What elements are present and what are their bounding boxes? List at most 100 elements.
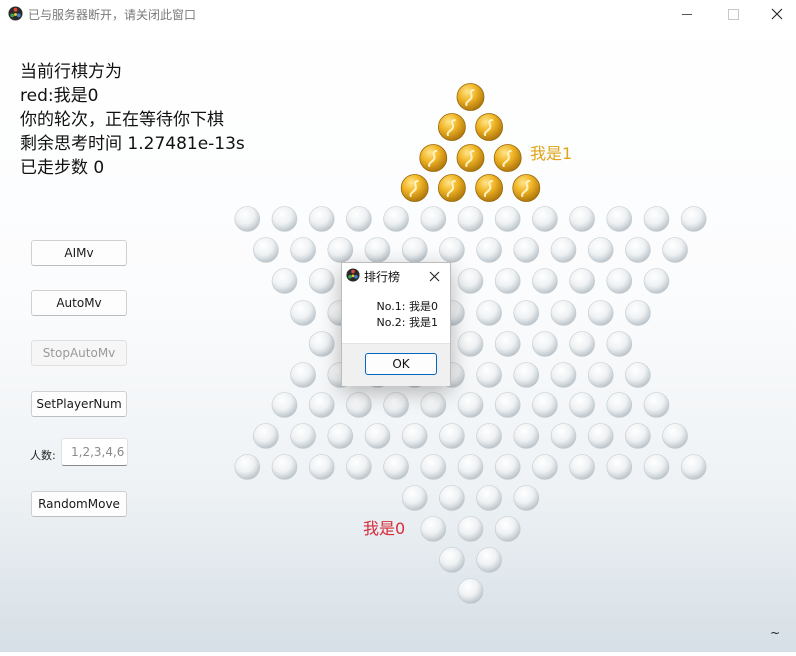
board-hole[interactable] (606, 454, 633, 480)
board-hole[interactable] (513, 423, 540, 449)
board-hole[interactable] (457, 206, 484, 232)
board-hole[interactable] (587, 362, 614, 388)
board-hole[interactable] (494, 392, 521, 418)
board-hole[interactable] (457, 516, 484, 542)
board-hole[interactable] (606, 392, 633, 418)
board-hole[interactable] (308, 206, 335, 232)
board-hole[interactable] (476, 485, 502, 511)
board-hole[interactable] (532, 392, 558, 418)
board-hole[interactable] (271, 392, 298, 418)
board-hole[interactable] (457, 392, 484, 418)
board-hole[interactable] (401, 237, 428, 263)
board-hole[interactable] (439, 547, 465, 573)
board-hole[interactable] (625, 423, 651, 449)
board-hole[interactable] (569, 392, 595, 418)
board-hole[interactable] (625, 300, 651, 326)
board-hole[interactable] (308, 392, 335, 418)
board-hole[interactable] (271, 268, 298, 294)
board-hole[interactable] (364, 237, 391, 263)
board-hole[interactable] (420, 206, 447, 232)
board-hole[interactable] (420, 454, 447, 480)
player1-piece[interactable] (437, 113, 466, 141)
board-hole[interactable] (569, 206, 595, 232)
player1-piece[interactable] (475, 113, 504, 141)
board-hole[interactable] (494, 516, 521, 542)
board-hole[interactable] (327, 237, 354, 263)
board-hole[interactable] (494, 331, 521, 357)
board-hole[interactable] (643, 206, 670, 232)
board-hole[interactable] (476, 547, 502, 573)
board-hole[interactable] (680, 454, 707, 480)
board-hole[interactable] (327, 423, 354, 449)
board-hole[interactable] (420, 516, 447, 542)
board-hole[interactable] (420, 392, 447, 418)
board-hole[interactable] (550, 362, 577, 388)
board-hole[interactable] (494, 454, 521, 480)
board-hole[interactable] (364, 423, 391, 449)
board-hole[interactable] (290, 237, 316, 263)
board-hole[interactable] (439, 423, 465, 449)
board-hole[interactable] (606, 268, 633, 294)
board-hole[interactable] (587, 423, 614, 449)
board-hole[interactable] (457, 454, 484, 480)
board-hole[interactable] (532, 331, 558, 357)
board-hole[interactable] (346, 454, 372, 480)
board-hole[interactable] (457, 578, 484, 604)
board-hole[interactable] (308, 454, 335, 480)
board-hole[interactable] (346, 206, 372, 232)
board-hole[interactable] (457, 268, 484, 294)
board-hole[interactable] (532, 454, 558, 480)
player1-piece[interactable] (475, 174, 504, 202)
player1-piece[interactable] (493, 144, 522, 172)
board-hole[interactable] (569, 331, 595, 357)
board-hole[interactable] (476, 300, 502, 326)
board-hole[interactable] (513, 362, 540, 388)
board-hole[interactable] (606, 331, 633, 357)
board-hole[interactable] (401, 485, 428, 511)
board-hole[interactable] (680, 206, 707, 232)
board-hole[interactable] (643, 392, 670, 418)
board-hole[interactable] (643, 454, 670, 480)
board-hole[interactable] (513, 237, 540, 263)
board-hole[interactable] (476, 362, 502, 388)
board-hole[interactable] (532, 206, 558, 232)
board-hole[interactable] (569, 268, 595, 294)
board-hole[interactable] (383, 392, 409, 418)
player1-piece[interactable] (437, 174, 466, 202)
board-hole[interactable] (625, 362, 651, 388)
board-hole[interactable] (383, 206, 409, 232)
board-hole[interactable] (290, 362, 316, 388)
board-hole[interactable] (234, 206, 261, 232)
board-hole[interactable] (494, 268, 521, 294)
board-hole[interactable] (513, 485, 540, 511)
board-hole[interactable] (476, 237, 502, 263)
board-hole[interactable] (271, 206, 298, 232)
board-hole[interactable] (271, 454, 298, 480)
board-hole[interactable] (587, 300, 614, 326)
board-hole[interactable] (550, 300, 577, 326)
board-hole[interactable] (606, 206, 633, 232)
board-hole[interactable] (476, 423, 502, 449)
board-hole[interactable] (662, 423, 688, 449)
board-hole[interactable] (346, 392, 372, 418)
board-hole[interactable] (290, 300, 316, 326)
board-hole[interactable] (234, 454, 261, 480)
board-hole[interactable] (253, 237, 279, 263)
board-hole[interactable] (401, 423, 428, 449)
ok-button[interactable]: OK (365, 353, 437, 375)
board-hole[interactable] (513, 300, 540, 326)
board-hole[interactable] (253, 423, 279, 449)
player1-piece[interactable] (456, 83, 485, 111)
player1-piece[interactable] (456, 144, 485, 172)
board-hole[interactable] (290, 423, 316, 449)
board-hole[interactable] (550, 423, 577, 449)
board-hole[interactable] (308, 331, 335, 357)
board-hole[interactable] (662, 237, 688, 263)
player1-piece[interactable] (512, 174, 541, 202)
player1-piece[interactable] (419, 144, 448, 172)
board-hole[interactable] (569, 454, 595, 480)
board-hole[interactable] (550, 237, 577, 263)
board-hole[interactable] (308, 268, 335, 294)
dialog-close-button[interactable] (429, 265, 440, 286)
board-hole[interactable] (532, 268, 558, 294)
